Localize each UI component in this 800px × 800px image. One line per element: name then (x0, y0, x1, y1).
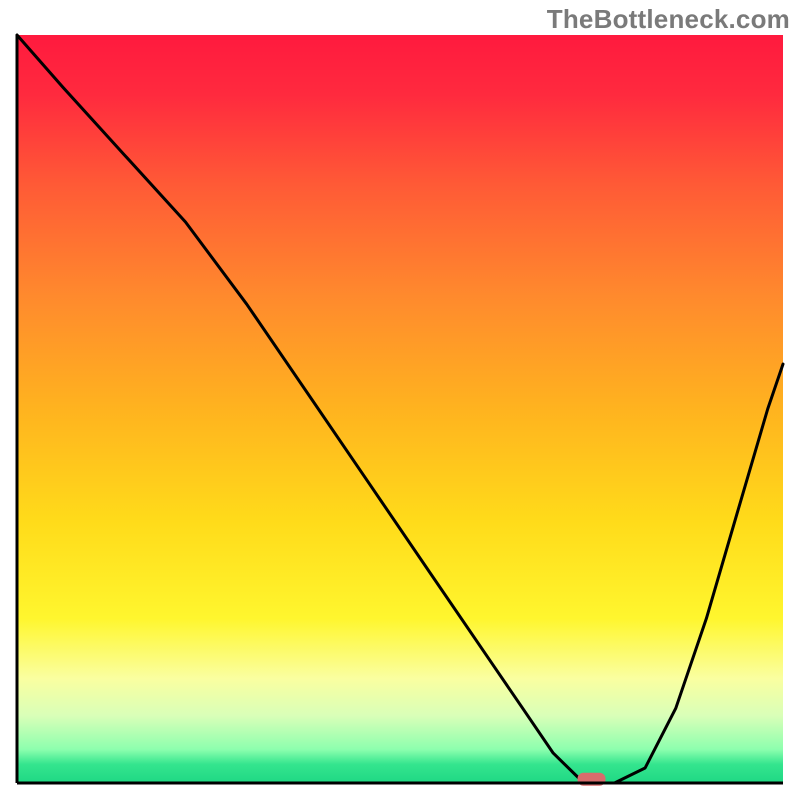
bottleneck-chart (0, 0, 800, 800)
plot-background (17, 35, 783, 783)
watermark-text: TheBottleneck.com (547, 4, 790, 35)
chart-stage: TheBottleneck.com (0, 0, 800, 800)
